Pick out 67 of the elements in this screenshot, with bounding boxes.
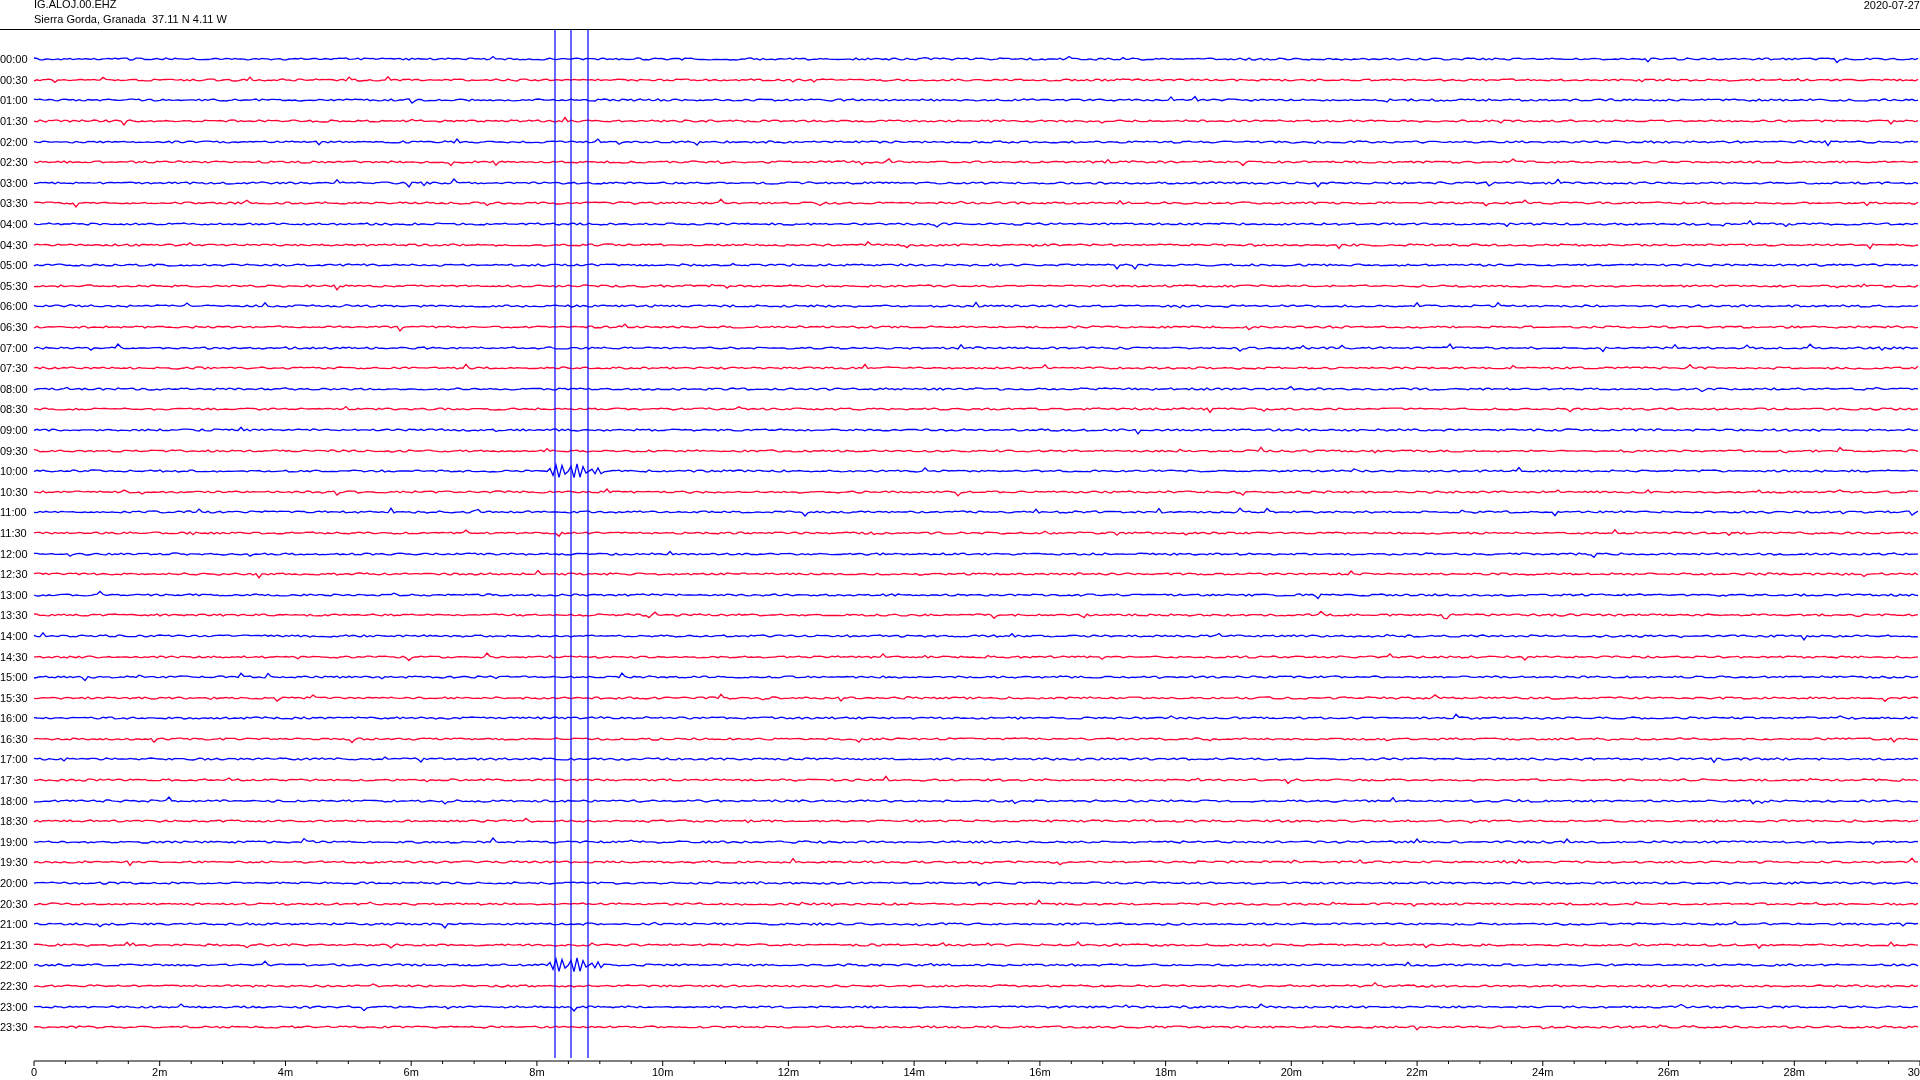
time-label: 09:30 bbox=[0, 444, 29, 457]
time-label: 00:30 bbox=[0, 73, 29, 86]
time-label: 01:30 bbox=[0, 115, 29, 128]
time-label: 18:30 bbox=[0, 815, 29, 828]
axis-label: 24m bbox=[1532, 1066, 1554, 1078]
date-label: 2020-07-27 bbox=[1863, 0, 1920, 13]
axis-label: 4m bbox=[277, 1066, 294, 1078]
time-label: 11:00 bbox=[0, 506, 28, 519]
time-label: 13:00 bbox=[0, 588, 29, 601]
time-label: 03:30 bbox=[0, 197, 29, 210]
axis-label: 8m bbox=[529, 1066, 545, 1078]
station-code: IG.ALOJ.00.EHZ bbox=[34, 0, 118, 11]
time-label: 00:00 bbox=[0, 53, 29, 66]
axis-label: 16m bbox=[1029, 1066, 1051, 1078]
time-label: 07:00 bbox=[0, 341, 29, 354]
axis-label: 22m bbox=[1406, 1066, 1428, 1078]
time-label: 05:00 bbox=[0, 259, 29, 272]
time-label: 02:30 bbox=[0, 156, 29, 169]
time-label: 15:00 bbox=[0, 671, 29, 684]
time-label: 08:00 bbox=[0, 382, 29, 395]
time-label: 19:30 bbox=[0, 856, 29, 869]
axis-label: 30 bbox=[1907, 1066, 1920, 1078]
time-label: 15:30 bbox=[0, 691, 29, 704]
axis-label: 14m bbox=[903, 1066, 925, 1078]
time-label: 07:30 bbox=[0, 362, 29, 375]
time-label: 16:30 bbox=[0, 732, 29, 745]
time-label: 13:30 bbox=[0, 609, 29, 622]
station-location: Sierra Gorda, Granada 37.11 N 4.11 W bbox=[34, 13, 227, 26]
time-label: 16:00 bbox=[0, 712, 29, 725]
time-label: 14:00 bbox=[0, 629, 29, 642]
axis-label: 2m bbox=[152, 1066, 168, 1078]
axis-label: 20m bbox=[1280, 1066, 1303, 1078]
axis-label: 0 bbox=[30, 1066, 38, 1078]
axis-label: 26m bbox=[1657, 1066, 1680, 1078]
time-label: 10:00 bbox=[0, 465, 29, 478]
time-label: 17:30 bbox=[0, 774, 29, 787]
time-label: 12:00 bbox=[0, 547, 29, 560]
time-label: 14:30 bbox=[0, 650, 29, 663]
time-label: 01:00 bbox=[0, 94, 29, 107]
time-label: 21:30 bbox=[0, 938, 29, 951]
axis-label: 28m bbox=[1783, 1066, 1805, 1078]
axis-label: 12m bbox=[777, 1066, 800, 1078]
time-label: 19:00 bbox=[0, 835, 29, 848]
time-label: 23:00 bbox=[0, 1000, 29, 1013]
time-label: 22:00 bbox=[0, 959, 29, 972]
time-label: 10:30 bbox=[0, 485, 29, 498]
time-label: 06:30 bbox=[0, 321, 29, 333]
time-label: 20:00 bbox=[0, 877, 29, 890]
axis-label: 18m bbox=[1154, 1066, 1177, 1078]
time-label: 02:00 bbox=[0, 135, 29, 148]
time-label: 17:00 bbox=[0, 753, 29, 766]
time-label: 20:30 bbox=[0, 897, 29, 910]
time-label: 06:00 bbox=[0, 300, 29, 313]
time-label: 12:30 bbox=[0, 568, 29, 581]
time-label: 22:30 bbox=[0, 980, 29, 992]
time-label: 04:30 bbox=[0, 238, 29, 251]
time-label: 03:00 bbox=[0, 176, 29, 189]
time-label: 21:00 bbox=[0, 918, 29, 931]
time-label: 11:30 bbox=[0, 526, 28, 539]
time-label: 08:30 bbox=[0, 403, 29, 416]
time-label: 09:00 bbox=[0, 424, 29, 436]
time-label: 18:00 bbox=[0, 794, 29, 807]
time-label: 05:30 bbox=[0, 279, 29, 292]
time-label: 04:00 bbox=[0, 218, 29, 231]
time-label: 23:30 bbox=[0, 1021, 29, 1034]
axis-label: 6m bbox=[403, 1066, 419, 1078]
axis-label: 10m bbox=[651, 1066, 674, 1078]
